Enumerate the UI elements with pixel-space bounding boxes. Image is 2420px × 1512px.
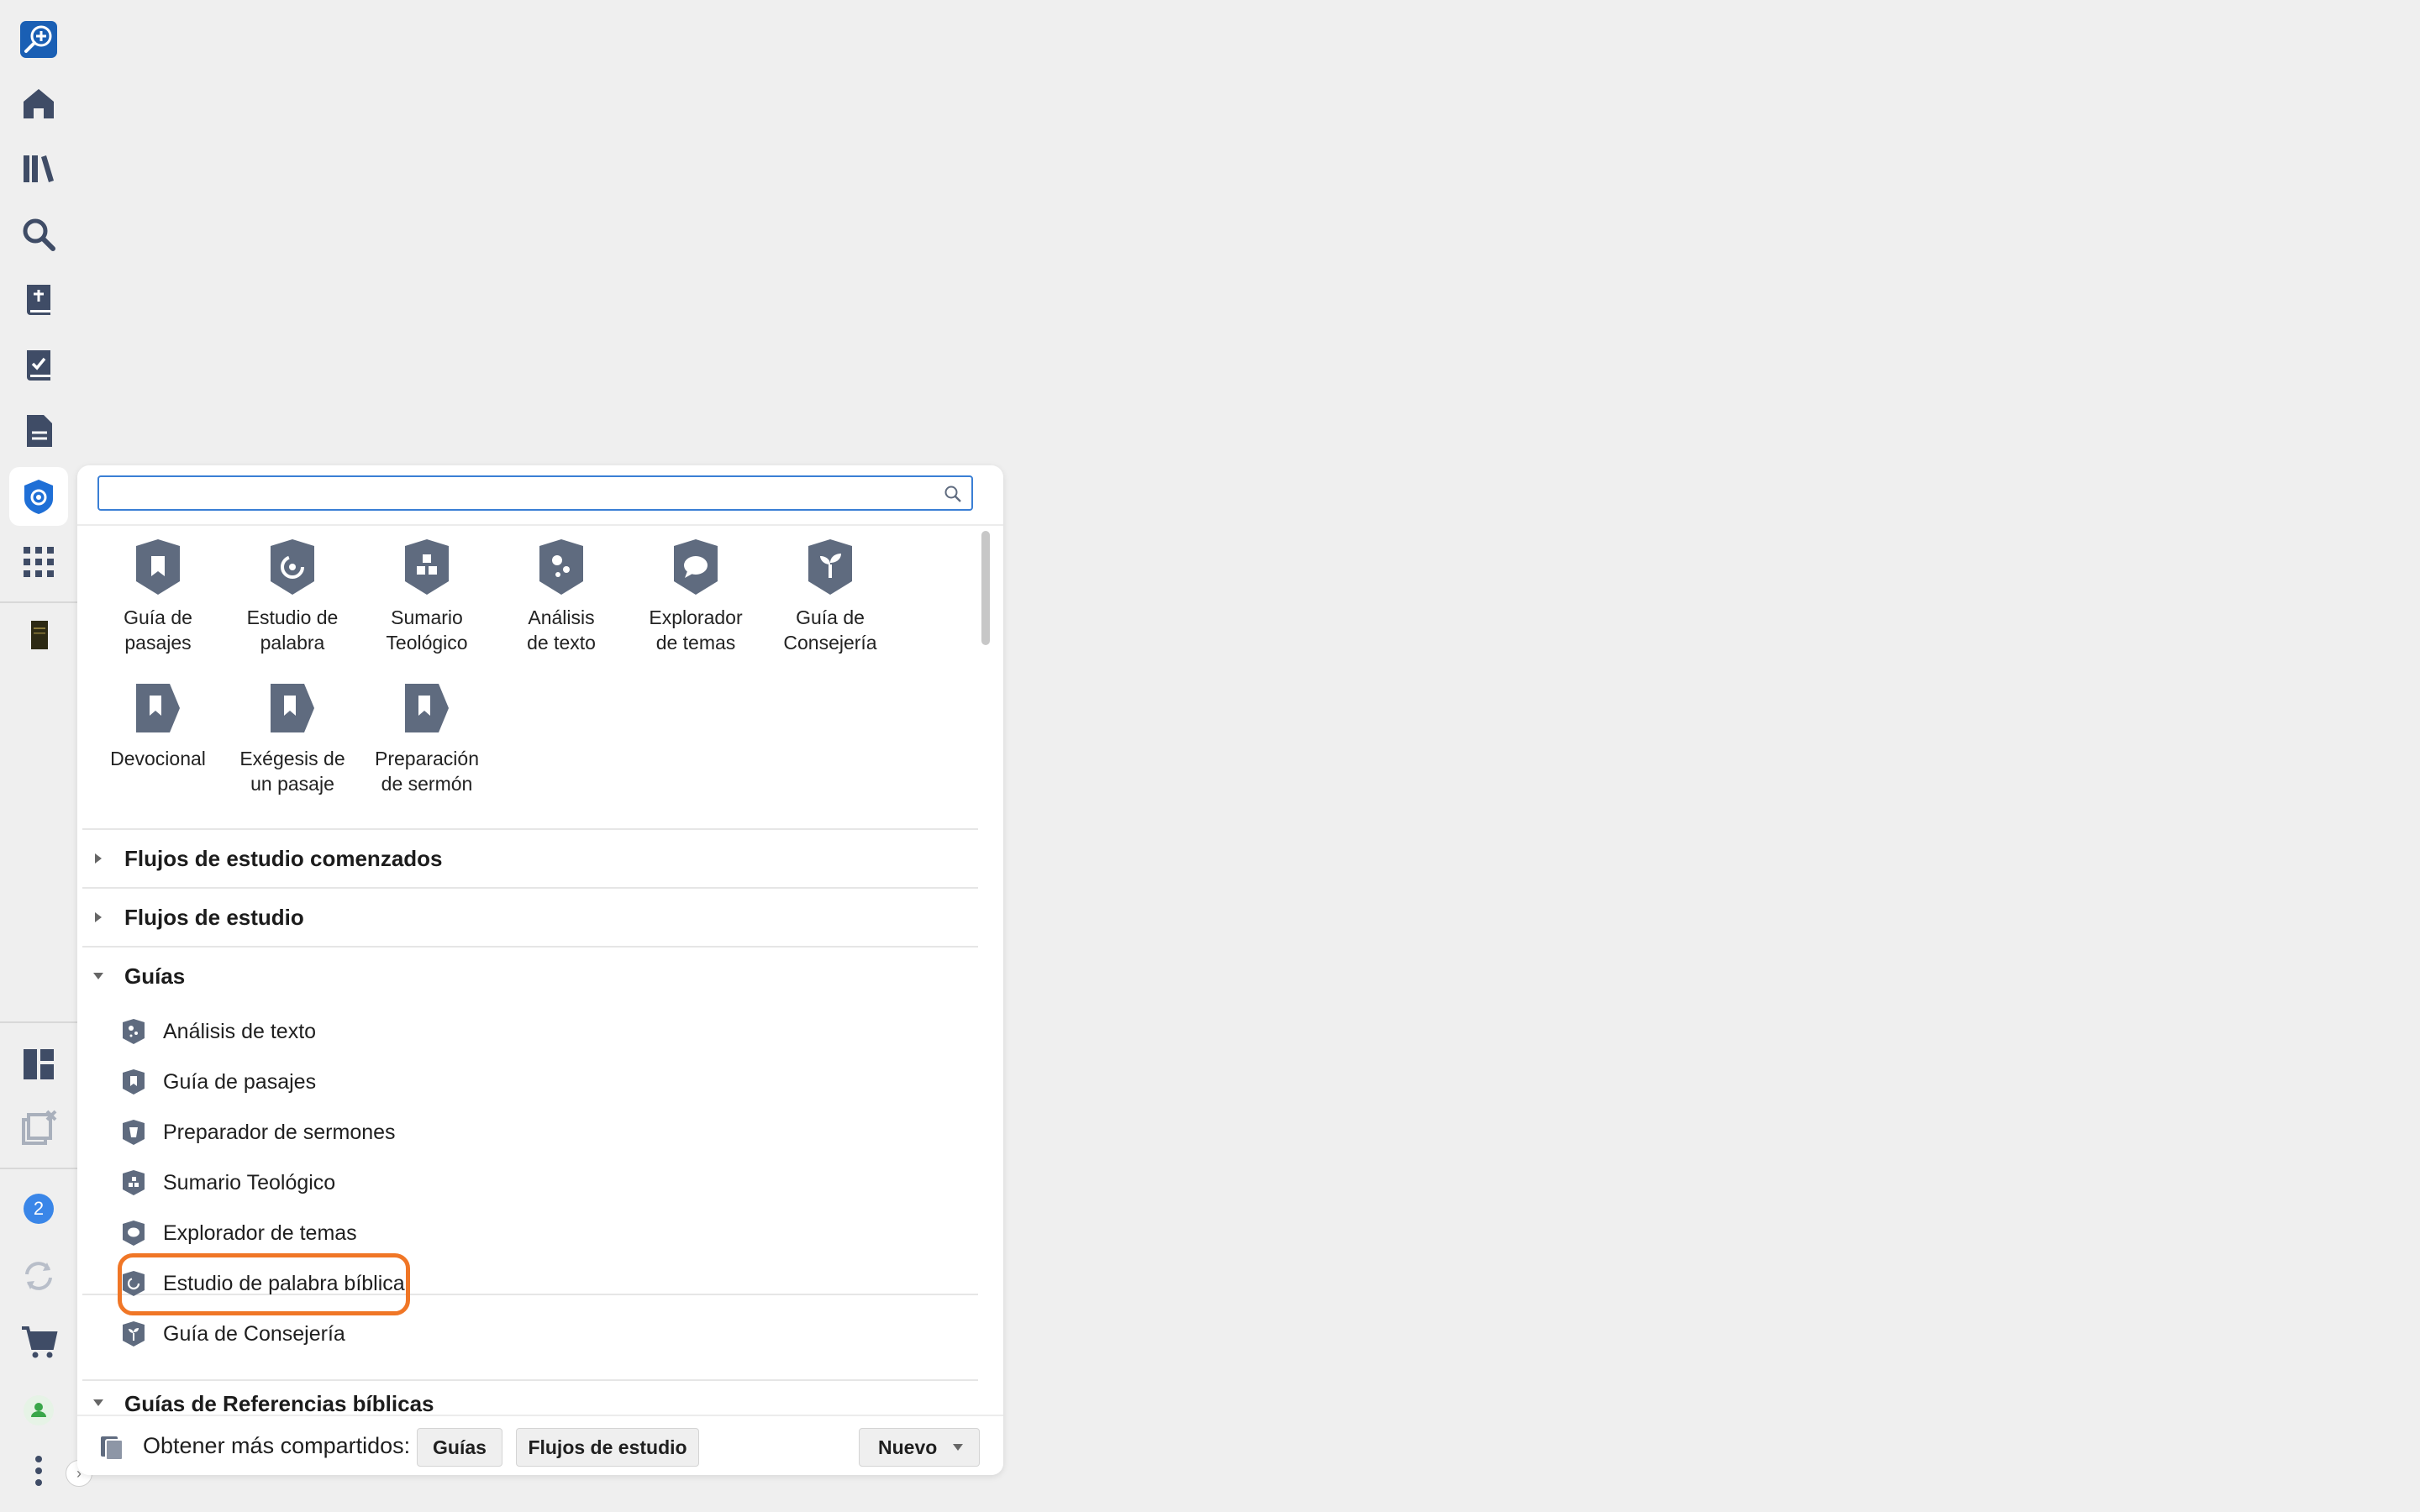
bookmark-shield-icon [123, 1069, 145, 1095]
tile-guia-de-pasajes[interactable]: Guía de pasajes [91, 538, 225, 655]
caret-right-icon [86, 911, 111, 923]
tile-explorador-de-temas[interactable]: Explorador de temas [629, 538, 763, 655]
search-icon[interactable] [943, 484, 963, 504]
sync-icon[interactable] [9, 1247, 68, 1305]
speech-bubble-icon [674, 539, 718, 595]
tile-label: Estudio de palabra [246, 606, 339, 654]
guide-label: Explorador de temas [163, 1221, 357, 1245]
bookmark-tag-icon [271, 684, 314, 732]
guide-label: Guía de Consejería [163, 1321, 345, 1346]
section-title: Guías de Referencias bíblicas [124, 1391, 434, 1415]
tile-label: Análisis de texto [527, 606, 596, 654]
guide-item-analisis-de-texto[interactable]: Análisis de texto [121, 1006, 316, 1057]
tile-devocional[interactable]: Devocional [91, 679, 225, 771]
tile-estudio-de-palabra[interactable]: Estudio de palabra [225, 538, 360, 655]
rail-divider [0, 1021, 77, 1023]
scrollbar-thumb[interactable] [981, 531, 990, 645]
guide-label: Preparador de sermones [163, 1120, 396, 1144]
guide-item-preparador-de-sermones[interactable]: Preparador de sermones [121, 1107, 396, 1158]
tile-label: Devocional [110, 748, 206, 769]
cart-icon[interactable] [9, 1312, 68, 1371]
section-workflows[interactable]: Flujos de estudio [86, 889, 976, 946]
guide-label: Guía de pasajes [163, 1069, 317, 1094]
section-bible-reference-guides[interactable]: Guías de Referencias bíblicas [86, 1381, 976, 1415]
speech-bubble-icon [123, 1221, 145, 1246]
copy-icon [101, 1436, 124, 1461]
guides-search-input[interactable] [97, 475, 973, 511]
checklist-icon[interactable] [9, 336, 68, 395]
guide-label: Análisis de texto [163, 1019, 317, 1043]
book-thumbnail-icon[interactable] [9, 606, 68, 665]
layouts-icon[interactable] [9, 1035, 68, 1094]
get-shared-workflows-button[interactable]: Flujos de estudio [516, 1428, 699, 1467]
tile-preparacion-sermon[interactable]: Preparación de sermón [360, 679, 494, 796]
account-icon[interactable] [9, 1381, 68, 1440]
tile-label: Guía de pasajes [124, 606, 192, 654]
new-dropdown-button[interactable]: Nuevo [859, 1428, 980, 1467]
word-study-icon [271, 539, 314, 595]
tile-sumario-teologico[interactable]: Sumario Teológico [360, 538, 494, 655]
tile-label: Explorador de temas [649, 606, 743, 654]
logos-search-icon[interactable] [9, 10, 68, 69]
tile-label: Exégesis de un pasaje [239, 748, 345, 795]
guide-item-explorador-de-temas[interactable]: Explorador de temas [121, 1208, 357, 1258]
home-icon[interactable] [9, 74, 68, 133]
caret-down-icon [86, 1391, 111, 1408]
tile-guia-de-consejeria[interactable]: Guía de Consejería [763, 538, 897, 655]
sprout-icon [123, 1321, 145, 1347]
bookmark-tag-icon [136, 684, 180, 732]
rail-divider [0, 601, 77, 603]
section-started-workflows[interactable]: Flujos de estudio comenzados [86, 830, 976, 887]
bookmark-shield-icon [136, 539, 180, 595]
bookmark-tag-icon [405, 684, 449, 732]
close-panels-icon[interactable] [9, 1099, 68, 1158]
caret-down-icon [86, 971, 111, 981]
guide-item-guia-de-consejeria[interactable]: Guía de Consejería [121, 1309, 345, 1359]
guides-icon[interactable] [9, 467, 68, 526]
caret-down-icon [953, 1444, 964, 1451]
highlight-outline [118, 1253, 410, 1315]
more-icon[interactable] [9, 1441, 68, 1500]
dots-icon [539, 539, 583, 595]
guide-item-guia-de-pasajes[interactable]: Guía de pasajes [121, 1057, 316, 1107]
caret-right-icon [86, 853, 111, 864]
search-icon[interactable] [9, 205, 68, 264]
panel-footer: Obtener más compartidos: Guías Flujos de… [77, 1415, 1003, 1475]
scrollbar[interactable] [980, 529, 992, 1410]
guide-item-sumario-teologico[interactable]: Sumario Teológico [121, 1158, 335, 1208]
section-title: Flujos de estudio [124, 904, 304, 930]
document-icon[interactable] [9, 402, 68, 460]
dots-icon [123, 1019, 145, 1044]
notification-count-badge: 2 [24, 1194, 54, 1224]
rail-divider [0, 1168, 77, 1169]
section-title: Flujos de estudio comenzados [124, 845, 443, 871]
section-guides[interactable]: Guías [86, 948, 976, 1005]
left-navigation-rail: 2 › [0, 0, 92, 1512]
blocks-icon [405, 539, 449, 595]
new-button-label: Nuevo [878, 1436, 938, 1458]
get-shared-guides-button[interactable]: Guías [417, 1428, 502, 1467]
tile-label: Sumario Teológico [386, 606, 468, 654]
tile-label: Preparación de sermón [374, 748, 480, 795]
apps-grid-icon[interactable] [9, 533, 68, 591]
section-title: Guías [124, 963, 186, 989]
tile-analisis-de-texto[interactable]: Análisis de texto [494, 538, 629, 655]
sermon-icon [123, 1120, 145, 1145]
footer-label: Obtener más compartidos: [143, 1433, 411, 1458]
bible-icon[interactable] [9, 270, 68, 329]
blocks-icon [123, 1170, 145, 1195]
tile-exegesis[interactable]: Exégesis de un pasaje [225, 679, 360, 796]
guide-label: Sumario Teológico [163, 1170, 336, 1194]
library-icon[interactable] [9, 139, 68, 198]
tile-label: Guía de Consejería [783, 606, 877, 654]
guides-panel: Guía de pasajes Estudio de palabra Sumar… [77, 465, 1003, 1475]
sprout-icon [808, 539, 852, 595]
notifications-icon[interactable]: 2 [9, 1179, 68, 1238]
